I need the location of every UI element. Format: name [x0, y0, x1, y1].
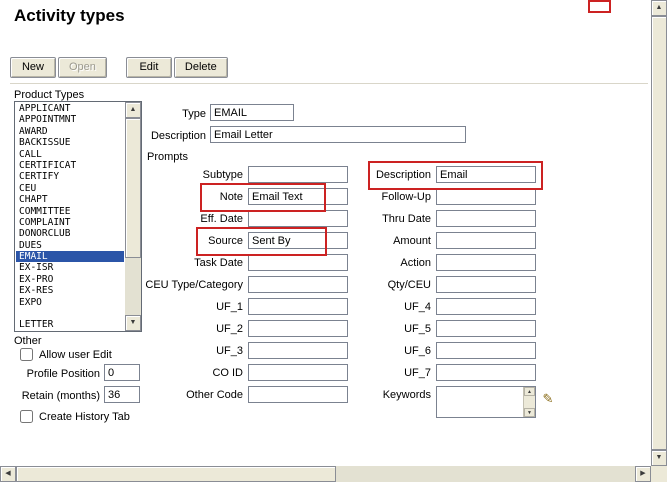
new-button[interactable]: New [10, 57, 56, 78]
scrollbar-corner [651, 466, 667, 482]
prompts-right-column: Description Follow-Up Thru Date Amount A… [330, 166, 570, 423]
scroll-down-icon[interactable]: ▼ [651, 450, 667, 466]
subtype-label: Subtype [120, 169, 248, 181]
list-item[interactable] [16, 308, 124, 319]
list-item[interactable]: CEU [16, 183, 124, 194]
description-label: Description [147, 130, 206, 142]
other-section-label: Other [14, 335, 42, 347]
window-vertical-scrollbar[interactable]: ▲ ▼ [651, 0, 667, 466]
profile-position-label: Profile Position [8, 368, 100, 380]
note-label: Note [120, 191, 248, 203]
scroll-down-icon[interactable]: ▼ [524, 408, 535, 417]
list-item[interactable]: CHAPT [16, 194, 124, 205]
allow-user-edit-label: Allow user Edit [39, 349, 112, 361]
list-item[interactable]: BACKISSUE [16, 137, 124, 148]
activity-types-window: Activity types New Open Edit Delete Prod… [0, 0, 667, 482]
page-title: Activity types [14, 6, 125, 26]
list-item[interactable]: DUES [16, 240, 124, 251]
open-button[interactable]: Open [58, 57, 107, 78]
list-item[interactable]: AWARD [16, 126, 124, 137]
follow-up-input[interactable] [436, 188, 536, 205]
vertical-scrollbar-thumb[interactable] [651, 16, 667, 450]
description-input[interactable] [210, 126, 466, 143]
co-id-label: CO ID [120, 367, 248, 379]
keywords-scrollbar[interactable]: ▲ ▼ [523, 387, 535, 417]
uf-4-input[interactable] [436, 298, 536, 315]
thru-date-input[interactable] [436, 210, 536, 227]
amount-input[interactable] [436, 232, 536, 249]
scroll-right-icon[interactable]: ▶ [635, 466, 651, 482]
list-item[interactable]: APPOINTMNT [16, 114, 124, 125]
uf-2-label: UF_2 [120, 323, 248, 335]
scroll-up-icon[interactable]: ▲ [524, 387, 535, 396]
annotation-box-top [588, 0, 611, 13]
qty-ceu-label: Qty/CEU [330, 279, 436, 291]
action-input[interactable] [436, 254, 536, 271]
list-item[interactable]: COMMITTEE [16, 206, 124, 217]
prompt-description-input[interactable] [436, 166, 536, 183]
qty-ceu-input[interactable] [436, 276, 536, 293]
list-item[interactable]: APPLICANT [16, 103, 124, 114]
list-item[interactable]: CALL [16, 149, 124, 160]
thru-date-label: Thru Date [330, 213, 436, 225]
uf-5-label: UF_5 [330, 323, 436, 335]
ceu-type-category-label: CEU Type/Category [120, 279, 248, 291]
edit-button[interactable]: Edit [126, 57, 172, 78]
prompts-left-column: Subtype Note Eff. Date Source Task Date … [120, 166, 348, 408]
source-label: Source [120, 235, 248, 247]
create-history-tab-checkbox[interactable] [20, 410, 33, 423]
task-date-label: Task Date [120, 257, 248, 269]
list-item[interactable]: EXPO [16, 297, 124, 308]
horizontal-scrollbar-thumb[interactable] [16, 466, 336, 482]
uf-5-input[interactable] [436, 320, 536, 337]
list-item[interactable]: LETTER [16, 319, 124, 330]
create-history-tab-label: Create History Tab [39, 411, 130, 423]
product-types-label: Product Types [14, 89, 84, 101]
prompt-description-label: Description [330, 169, 436, 181]
uf-6-label: UF_6 [330, 345, 436, 357]
scroll-up-icon[interactable]: ▲ [651, 0, 667, 16]
uf-6-input[interactable] [436, 342, 536, 359]
uf-4-label: UF_4 [330, 301, 436, 313]
keywords-lookup-icon[interactable]: ✎ [539, 390, 557, 408]
prompts-section-label: Prompts [147, 151, 188, 163]
toolbar: New Open Edit Delete [10, 57, 648, 84]
delete-button[interactable]: Delete [174, 57, 228, 78]
type-label: Type [147, 108, 206, 120]
allow-user-edit-checkbox[interactable] [20, 348, 33, 361]
follow-up-label: Follow-Up [330, 191, 436, 203]
product-types-list: APPLICANT APPOINTMNT AWARD BACKISSUE CAL… [16, 103, 124, 330]
list-item[interactable]: CERTIFICAT [16, 160, 124, 171]
scroll-left-icon[interactable]: ◀ [0, 466, 16, 482]
list-item[interactable]: EX-ISR [16, 262, 124, 273]
list-item[interactable]: CERTIFY [16, 171, 124, 182]
list-item[interactable]: EX-PRO [16, 274, 124, 285]
eff-date-label: Eff. Date [120, 213, 248, 225]
uf-3-label: UF_3 [120, 345, 248, 357]
uf-7-label: UF_7 [330, 367, 436, 379]
uf-7-input[interactable] [436, 364, 536, 381]
list-item-selected[interactable]: EMAIL [16, 251, 124, 262]
other-code-label: Other Code [120, 389, 248, 401]
list-item[interactable]: COMPLAINT [16, 217, 124, 228]
list-item[interactable]: EX-RES [16, 285, 124, 296]
list-item[interactable]: DONORCLUB [16, 228, 124, 239]
retain-months-label: Retain (months) [8, 390, 100, 402]
keywords-label: Keywords [330, 386, 436, 401]
scroll-up-icon[interactable]: ▲ [125, 102, 141, 118]
keywords-input[interactable]: ▲ ▼ [436, 386, 536, 418]
action-label: Action [330, 257, 436, 269]
amount-label: Amount [330, 235, 436, 247]
type-input[interactable] [210, 104, 294, 121]
window-horizontal-scrollbar[interactable]: ◀ ▶ [0, 466, 651, 482]
uf-1-label: UF_1 [120, 301, 248, 313]
